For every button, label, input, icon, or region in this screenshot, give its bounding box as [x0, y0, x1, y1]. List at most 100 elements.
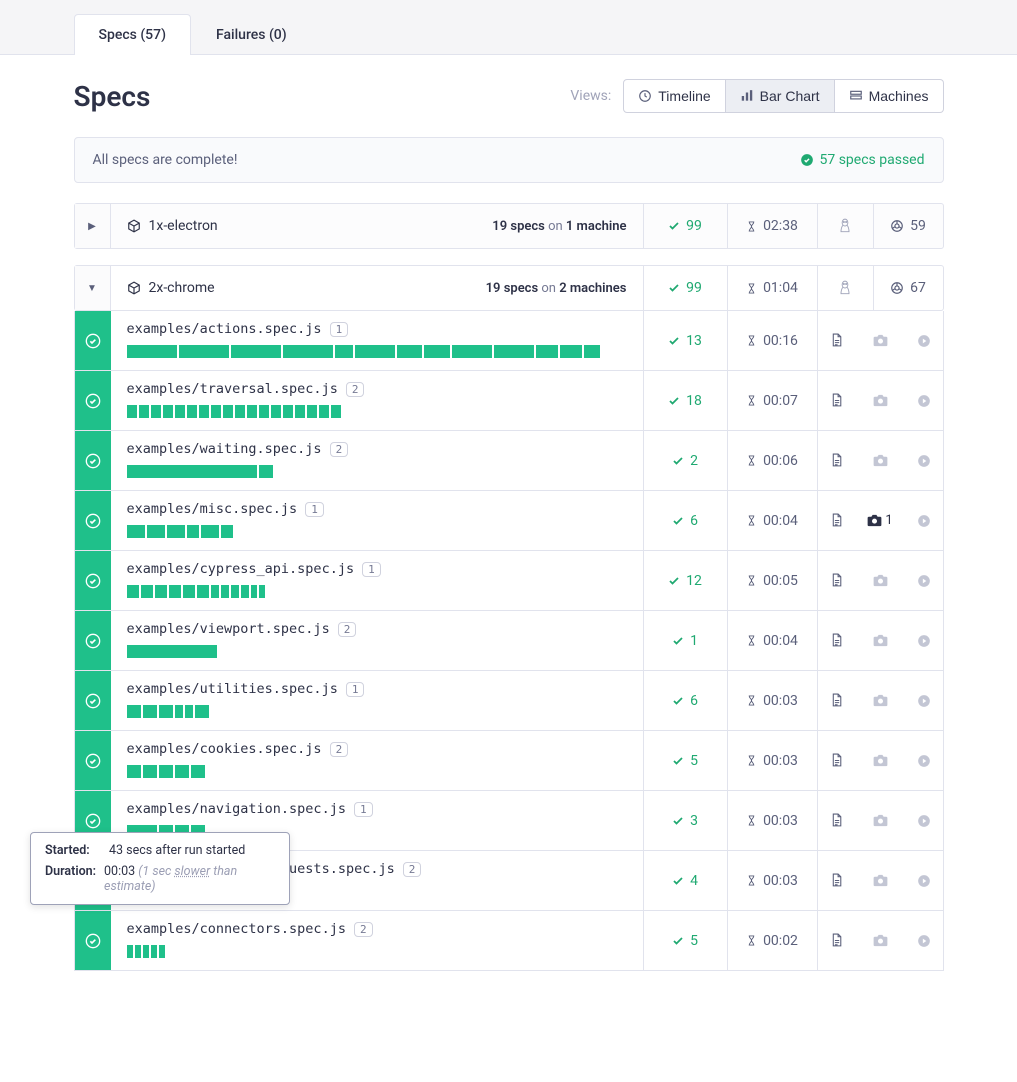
bar-segment[interactable] [127, 585, 139, 598]
output-icon[interactable] [818, 333, 856, 348]
bar-segment[interactable] [185, 705, 193, 718]
screenshot-icon[interactable] [861, 574, 899, 587]
bar-segment[interactable] [139, 405, 149, 418]
bar-segment[interactable] [251, 585, 257, 598]
bar-segment[interactable] [331, 405, 341, 418]
video-icon[interactable] [905, 514, 943, 528]
spec-bar-chart[interactable] [127, 345, 627, 358]
screenshot-icon[interactable]: 1 [861, 513, 899, 528]
bar-segment[interactable] [127, 765, 141, 778]
bar-segment[interactable] [494, 345, 534, 358]
bar-segment[interactable] [221, 585, 229, 598]
video-icon[interactable] [905, 454, 943, 468]
bar-segment[interactable] [141, 585, 153, 598]
chevron-down-icon[interactable]: ▼ [75, 266, 111, 310]
bar-segment[interactable] [307, 405, 317, 418]
bar-segment[interactable] [247, 405, 257, 418]
bar-segment[interactable] [159, 945, 165, 958]
spec-bar-chart[interactable] [127, 765, 627, 778]
bar-segment[interactable] [151, 405, 161, 418]
bar-segment[interactable] [295, 405, 305, 418]
bar-segment[interactable] [424, 345, 450, 358]
spec-bar-chart[interactable] [127, 405, 627, 418]
bar-segment[interactable] [235, 405, 245, 418]
bar-segment[interactable] [127, 705, 141, 718]
bar-segment[interactable] [187, 405, 197, 418]
screenshot-icon[interactable] [861, 934, 899, 947]
bar-segment[interactable] [191, 765, 205, 778]
bar-segment[interactable] [560, 345, 582, 358]
screenshot-icon[interactable] [861, 394, 899, 407]
bar-segment[interactable] [143, 705, 157, 718]
bar-segment[interactable] [127, 645, 217, 658]
bar-segment[interactable] [197, 585, 209, 598]
spec-bar-chart[interactable] [127, 945, 627, 958]
spec-row[interactable]: examples/utilities.spec.js1600:03 [74, 671, 944, 731]
video-icon[interactable] [905, 934, 943, 948]
output-icon[interactable] [818, 753, 856, 768]
bar-segment[interactable] [259, 585, 265, 598]
output-icon[interactable] [818, 813, 856, 828]
video-icon[interactable] [905, 874, 943, 888]
bar-segment[interactable] [335, 345, 353, 358]
bar-segment[interactable] [221, 525, 233, 538]
bar-segment[interactable] [135, 945, 141, 958]
video-icon[interactable] [905, 754, 943, 768]
output-icon[interactable] [818, 573, 856, 588]
tab-specs[interactable]: Specs (57) [74, 14, 192, 55]
bar-segment[interactable] [147, 525, 165, 538]
video-icon[interactable] [905, 334, 943, 348]
group-header[interactable]: ▼2x-chrome19 specs on 2 machines9901:046… [74, 265, 944, 311]
spec-bar-chart[interactable] [127, 525, 627, 538]
bar-segment[interactable] [143, 765, 157, 778]
bar-segment[interactable] [159, 765, 173, 778]
screenshot-icon[interactable] [861, 634, 899, 647]
chevron-right-icon[interactable]: ▶ [75, 204, 111, 248]
view-machines-button[interactable]: Machines [835, 79, 944, 113]
output-icon[interactable] [818, 393, 856, 408]
bar-segment[interactable] [536, 345, 558, 358]
bar-segment[interactable] [151, 945, 157, 958]
spec-bar-chart[interactable] [127, 645, 627, 658]
bar-segment[interactable] [169, 585, 181, 598]
screenshot-icon[interactable] [861, 694, 899, 707]
spec-row[interactable]: examples/actions.spec.js11300:16 [74, 311, 944, 371]
bar-segment[interactable] [259, 405, 269, 418]
spec-row[interactable]: examples/cypress_api.spec.js11200:05 [74, 551, 944, 611]
bar-segment[interactable] [175, 405, 185, 418]
output-icon[interactable] [818, 513, 856, 528]
bar-segment[interactable] [259, 465, 273, 478]
tab-failures[interactable]: Failures (0) [191, 14, 312, 55]
bar-segment[interactable] [201, 525, 219, 538]
bar-segment[interactable] [283, 405, 293, 418]
screenshot-icon[interactable] [861, 754, 899, 767]
bar-segment[interactable] [175, 765, 189, 778]
video-icon[interactable] [905, 634, 943, 648]
bar-segment[interactable] [211, 585, 219, 598]
output-icon[interactable] [818, 933, 856, 948]
video-icon[interactable] [905, 814, 943, 828]
video-icon[interactable] [905, 694, 943, 708]
spec-bar-chart[interactable] [127, 465, 627, 478]
spec-row[interactable]: examples/cookies.spec.js2500:03 [74, 731, 944, 791]
spec-bar-chart[interactable] [127, 585, 627, 598]
bar-segment[interactable] [127, 525, 145, 538]
group-header[interactable]: ▶1x-electron19 specs on 1 machine9902:38… [74, 203, 944, 249]
bar-segment[interactable] [175, 705, 183, 718]
bar-segment[interactable] [271, 405, 281, 418]
bar-segment[interactable] [127, 345, 177, 358]
bar-segment[interactable] [187, 525, 199, 538]
bar-segment[interactable] [231, 345, 281, 358]
spec-row[interactable]: examples/connectors.spec.js2500:02 [74, 911, 944, 971]
bar-segment[interactable] [211, 405, 221, 418]
bar-segment[interactable] [452, 345, 492, 358]
bar-segment[interactable] [195, 705, 209, 718]
screenshot-icon[interactable] [861, 334, 899, 347]
bar-segment[interactable] [127, 465, 257, 478]
bar-segment[interactable] [241, 585, 249, 598]
bar-segment[interactable] [163, 405, 173, 418]
spec-row[interactable]: examples/waiting.spec.js2200:06 [74, 431, 944, 491]
bar-segment[interactable] [355, 345, 395, 358]
spec-row[interactable]: examples/viewport.spec.js2100:04 [74, 611, 944, 671]
spec-row[interactable]: examples/misc.spec.js1600:041 [74, 491, 944, 551]
